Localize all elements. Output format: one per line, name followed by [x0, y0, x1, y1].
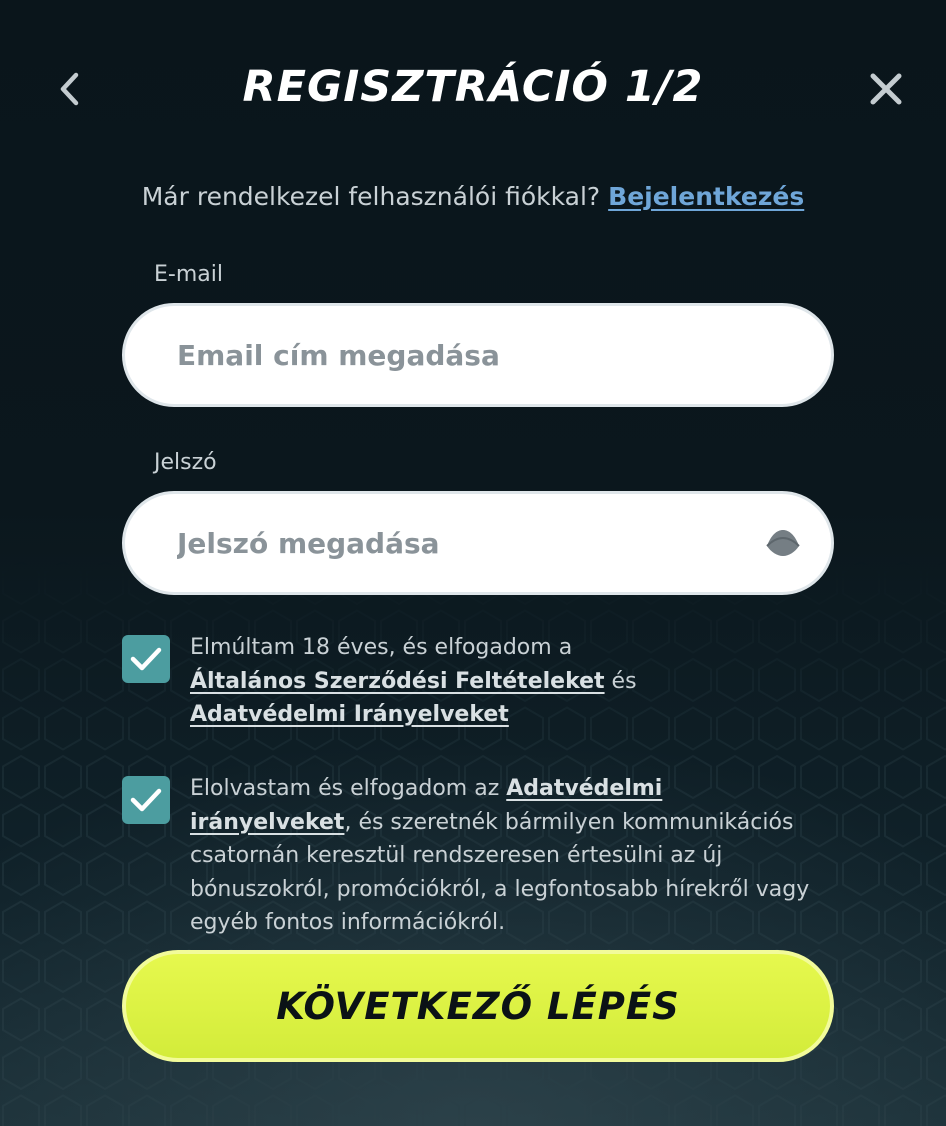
email-label: E-mail — [154, 262, 223, 287]
terms-text-part-1: Elmúltam 18 éves, és elfogadom a — [190, 635, 573, 660]
login-prompt-text: Már rendelkezel felhasználói fiókkal? — [141, 182, 609, 211]
close-button[interactable] — [860, 64, 912, 114]
marketing-checkbox[interactable] — [122, 776, 170, 824]
checkmark-icon — [130, 788, 162, 812]
password-field-container — [122, 491, 834, 595]
terms-consent-text: Elmúltam 18 éves, és elfogadom a Általán… — [190, 631, 830, 732]
page-title: REGISZTRÁCIÓ 1/2 — [242, 62, 704, 112]
marketing-text-part-1: Elolvastam és elfogadom az — [190, 776, 507, 801]
eye-icon[interactable] — [765, 528, 801, 558]
checkmark-icon — [130, 647, 162, 671]
password-input[interactable] — [175, 525, 739, 561]
login-prompt: Már rendelkezel felhasználói fiókkal? Be… — [0, 182, 946, 211]
password-label: Jelszó — [154, 450, 217, 475]
email-input[interactable] — [175, 337, 739, 373]
next-step-label: KÖVETKEZŐ LÉPÉS — [276, 984, 680, 1028]
terms-checkbox[interactable] — [122, 635, 170, 683]
close-icon — [870, 73, 902, 105]
marketing-consent-text: Elolvastam és elfogadom az Adatvédelmi i… — [190, 772, 830, 940]
terms-text-part-2: és — [604, 668, 637, 694]
privacy-policy-link[interactable]: Adatvédelmi Irányelveket — [190, 702, 509, 727]
registration-page: REGISZTRÁCIÓ 1/2 Már rendelkezel felhasz… — [0, 0, 946, 1126]
terms-link[interactable]: Általános Szerződési Feltételeket — [190, 669, 605, 694]
header: REGISZTRÁCIÓ 1/2 — [0, 40, 946, 140]
email-field-container — [122, 303, 834, 407]
login-link[interactable]: Bejelentkezés — [608, 182, 804, 211]
next-step-button[interactable]: KÖVETKEZŐ LÉPÉS — [122, 950, 834, 1062]
